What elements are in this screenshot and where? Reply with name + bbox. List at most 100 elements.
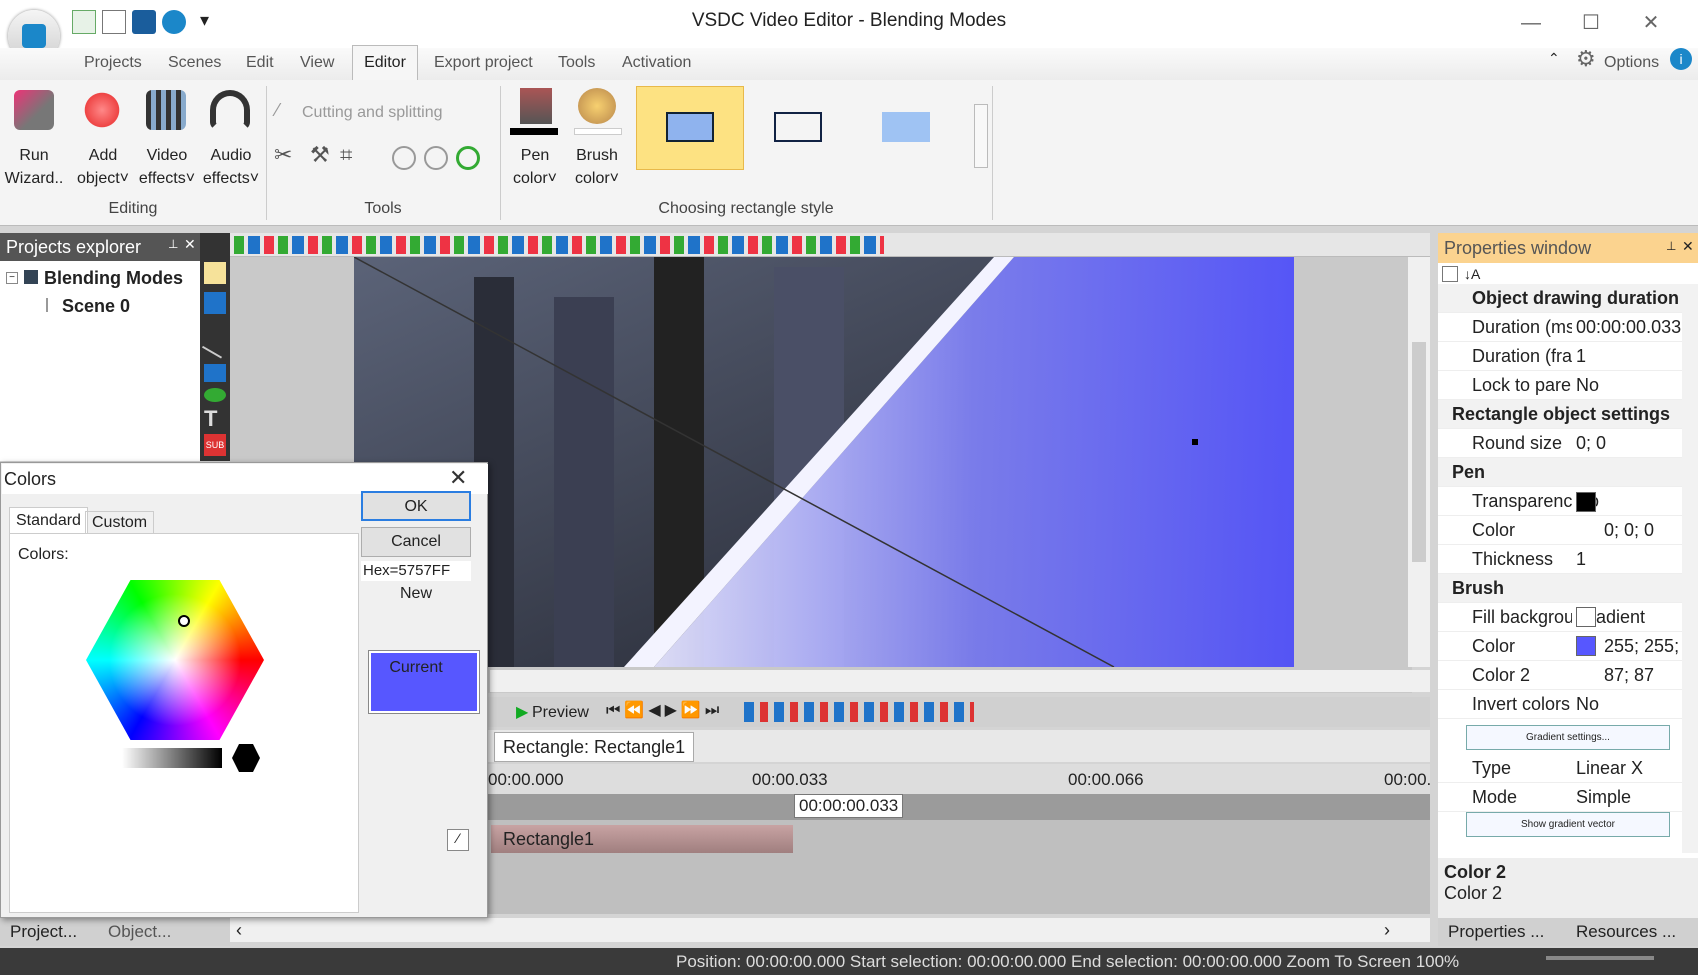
rect-shape-tool-icon[interactable] — [204, 364, 226, 382]
pin-icon[interactable]: ⊥ — [1666, 239, 1676, 253]
menu-view[interactable]: View — [300, 54, 334, 72]
style-gallery-scroll[interactable] — [974, 104, 988, 168]
audio-effects-button[interactable]: Audio effects˅ — [200, 144, 262, 190]
menu-activation[interactable]: Activation — [622, 54, 691, 72]
close-button[interactable]: ✕ — [1633, 8, 1669, 38]
scene-canvas[interactable] — [354, 257, 1294, 667]
property-section[interactable]: Pen — [1438, 458, 1698, 487]
cursor-tool-icon[interactable] — [204, 262, 226, 284]
crop-icon[interactable]: ⌗ — [340, 142, 352, 168]
brush-color-swatch[interactable] — [1576, 607, 1596, 627]
property-row[interactable]: Invert colors No — [1438, 690, 1698, 719]
properties-scrollbar[interactable] — [1682, 293, 1698, 853]
menu-tools[interactable]: Tools — [558, 54, 595, 72]
tab-projects[interactable]: Project... — [10, 922, 77, 942]
maximize-button[interactable]: ☐ — [1573, 8, 1609, 38]
panel-close-icon[interactable]: ✕ — [184, 236, 196, 253]
property-row[interactable]: Type Linear X — [1438, 754, 1698, 783]
property-value[interactable]: 1 — [1576, 545, 1686, 573]
toolbar-icons-strip[interactable] — [204, 236, 884, 254]
menu-edit[interactable]: Edit — [246, 54, 274, 72]
property-value[interactable]: 1 — [1576, 342, 1686, 370]
timeline-clip[interactable]: Rectangle1 — [491, 825, 793, 853]
tree-collapse-icon[interactable]: − — [6, 272, 18, 284]
tree-item-scene[interactable]: Scene 0 — [62, 296, 130, 317]
cursor-track[interactable] — [486, 794, 1430, 820]
property-row[interactable]: TransparencyNo — [1438, 487, 1698, 516]
tab-standard[interactable]: Standard — [9, 507, 88, 533]
scroll-left-icon[interactable]: ‹ — [236, 920, 242, 941]
tab-custom[interactable]: Custom — [85, 511, 155, 533]
subtitle-tool-icon[interactable]: SUB — [204, 434, 226, 456]
property-row[interactable]: Color 0; 0; 0 — [1438, 516, 1698, 545]
pen-color-button[interactable]: Pen color˅ — [504, 144, 566, 190]
text-tool-icon[interactable]: T — [204, 408, 226, 430]
help-icon[interactable]: i — [1670, 48, 1692, 70]
property-row[interactable]: Fill backgrou Gradient — [1438, 603, 1698, 632]
property-section[interactable]: Object drawing duration — [1438, 284, 1698, 313]
brush-color2-swatch[interactable] — [1576, 636, 1596, 656]
property-value[interactable]: Linear X — [1576, 754, 1686, 782]
property-value[interactable]: Simple — [1576, 783, 1686, 811]
split-icon[interactable]: ⚒ — [310, 142, 330, 168]
gear-icon[interactable]: ⚙ — [1576, 46, 1596, 72]
property-row[interactable]: Round size 0; 0 — [1438, 429, 1698, 458]
marker-controls-strip[interactable] — [744, 702, 974, 722]
ellipse-tool-icon[interactable] — [204, 388, 226, 402]
menu-projects[interactable]: Projects — [84, 54, 142, 72]
dialog-close-icon[interactable]: ✕ — [449, 465, 467, 491]
menu-scenes[interactable]: Scenes — [168, 54, 221, 72]
resize-handle[interactable] — [1192, 439, 1198, 445]
property-row[interactable]: Duration (ms 00:00:00.033 — [1438, 313, 1698, 342]
property-row[interactable]: Lock to pare No — [1438, 371, 1698, 400]
tree-item-project[interactable]: Blending Modes — [44, 268, 183, 289]
collapse-ribbon-icon[interactable]: ⌃ — [1548, 50, 1560, 67]
panel-close-icon[interactable]: ✕ — [1682, 238, 1694, 255]
property-section[interactable]: Rectangle object settings — [1438, 400, 1698, 429]
sort-alpha-icon[interactable]: ↓A — [1464, 266, 1480, 282]
transport-controls[interactable]: ⏮⏪◀▶⏩⏭ — [606, 700, 723, 720]
playhead-time[interactable]: 00:00:00.033 — [794, 794, 904, 818]
video-effects-button[interactable]: Video effects˅ — [136, 144, 198, 190]
ok-button[interactable]: OK — [361, 491, 471, 521]
scroll-right-icon[interactable]: › — [1384, 920, 1390, 941]
play-preview-icon[interactable]: ▶ — [516, 702, 528, 722]
property-value[interactable]: 0; 0 — [1576, 429, 1686, 457]
brush-color-button[interactable]: Brush color˅ — [566, 144, 628, 190]
menu-export-project[interactable]: Export project — [434, 54, 533, 72]
property-value[interactable]: No — [1576, 690, 1686, 718]
canvas-horizontal-scrollbar[interactable] — [490, 670, 1430, 692]
eyedropper-icon[interactable]: ⁄ — [447, 829, 469, 851]
property-row[interactable]: Mode Simple — [1438, 783, 1698, 812]
outline-rect-icon[interactable] — [774, 112, 822, 142]
color-hexagon[interactable] — [86, 580, 264, 740]
run-wizard-button[interactable]: Run Wizard.. — [0, 144, 68, 190]
rotate-90-left-icon[interactable] — [392, 146, 416, 170]
property-row[interactable]: Thickness 1 — [1438, 545, 1698, 574]
tab-properties[interactable]: Properties ... — [1448, 922, 1544, 942]
rectangle-tool-icon[interactable] — [204, 292, 226, 314]
tab-objects[interactable]: Object... — [108, 922, 171, 942]
timeline-scrollbar[interactable] — [230, 918, 1430, 942]
menu-editor[interactable]: Editor — [352, 45, 418, 81]
property-value[interactable]: No — [1576, 371, 1686, 399]
zoom-slider[interactable] — [1546, 956, 1654, 960]
property-section[interactable]: Brush — [1438, 574, 1698, 603]
rotate-90-right-icon[interactable] — [424, 146, 448, 170]
time-ruler[interactable] — [486, 764, 1430, 794]
cancel-button[interactable]: Cancel — [361, 527, 471, 557]
options-button[interactable]: Options — [1604, 54, 1659, 72]
cutting-splitting-button[interactable]: Cutting and splitting — [302, 104, 443, 122]
pen-color-swatch[interactable] — [1576, 492, 1596, 512]
property-row[interactable]: Color 2 87; 87 — [1438, 661, 1698, 690]
tab-resources[interactable]: Resources ... — [1576, 922, 1676, 942]
show-gradient-vector-button[interactable]: Show gradient vector — [1466, 812, 1670, 837]
black-swatch[interactable] — [232, 744, 260, 772]
add-object-button[interactable]: Add object˅ — [72, 144, 134, 190]
timeline-tab[interactable]: Rectangle: Rectangle1 — [494, 732, 695, 762]
filled-rect-icon[interactable] — [882, 112, 930, 142]
hex-field[interactable]: Hex=5757FF — [361, 561, 471, 581]
grayscale-row[interactable] — [122, 748, 222, 768]
gradient-settings-button[interactable]: Gradient settings... — [1466, 725, 1670, 750]
rotate-icon[interactable] — [456, 146, 480, 170]
